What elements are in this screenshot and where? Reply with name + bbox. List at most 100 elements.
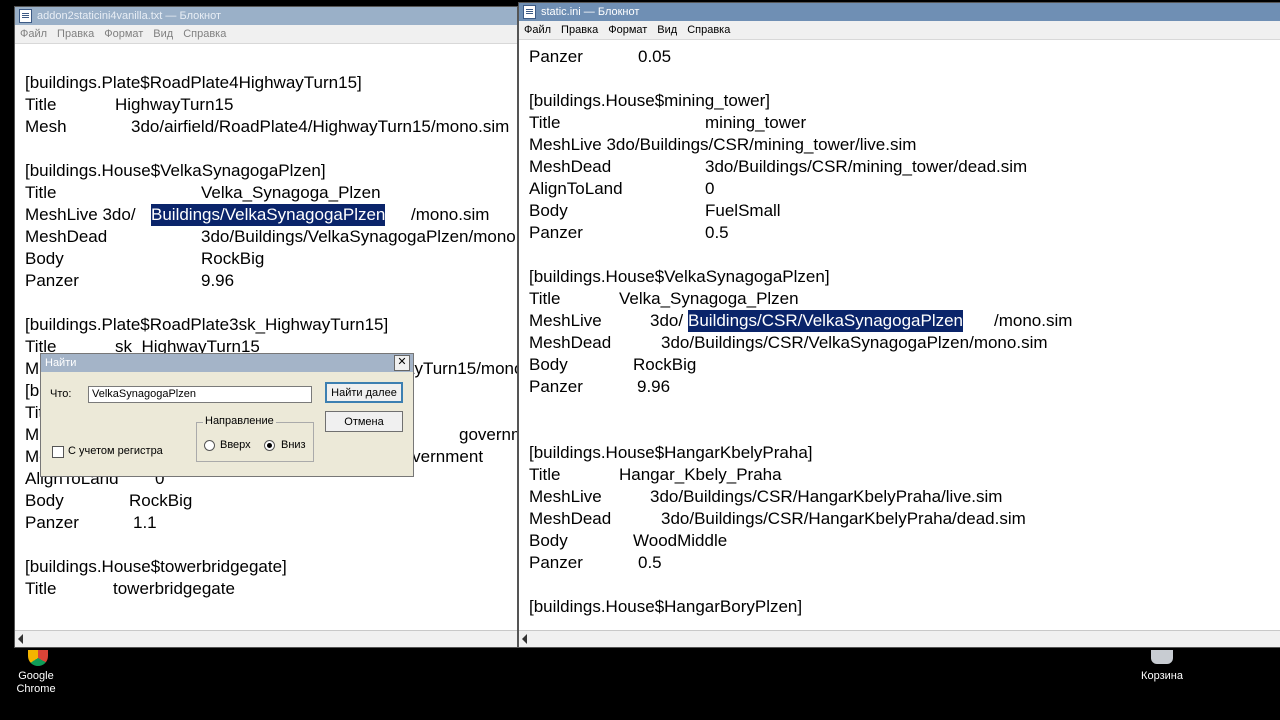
right-menubar: Файл Правка Формат Вид Справка — [519, 21, 1280, 40]
text-segment: WoodMiddle — [633, 531, 728, 550]
left-horizontal-scrollbar[interactable] — [15, 630, 517, 647]
right-notepad-window[interactable]: static.ini — Блокнот Файл Правка Формат … — [518, 2, 1280, 648]
find-dialog[interactable]: Найти ✕ Что: Найти далее Отмена С учетом… — [40, 353, 414, 477]
direction-group: Направление Вверх Вниз — [196, 415, 314, 462]
text-line — [25, 138, 517, 160]
desktop-icon-recycle-bin[interactable]: Корзина — [1134, 648, 1190, 688]
text-segment: [buildings.House$VelkaSynagogaPlzen] — [25, 161, 326, 180]
text-segment: MeshDead — [529, 157, 612, 176]
menu-format[interactable]: Формат — [99, 28, 148, 40]
left-notepad-window[interactable]: addon2staticini4vanilla.txt — Блокнот Фа… — [14, 6, 518, 648]
text-segment: Title — [529, 113, 561, 132]
text-line: MeshLive 3do/Buildings/CSR/mining_tower/… — [529, 134, 1280, 156]
text-segment: 3do/ — [650, 311, 684, 330]
text-segment: Mesh — [25, 117, 67, 136]
menu-help[interactable]: Справка — [178, 28, 231, 40]
text-segment: Title — [529, 289, 561, 308]
text-segment: Hangar_Kbely_Praha — [619, 465, 782, 484]
text-segment: 0.5 — [705, 223, 729, 242]
text-segment: towerbridgegate — [113, 579, 235, 598]
text-segment: [buildings.House$towerbridgegate] — [25, 557, 287, 576]
menu-edit[interactable]: Правка — [556, 24, 603, 36]
text-segment: M — [25, 425, 40, 444]
text-segment: Title — [25, 95, 57, 114]
text-segment: RockBig — [201, 249, 265, 268]
left-window-titlebar[interactable]: addon2staticini4vanilla.txt — Блокнот — [15, 7, 517, 25]
menu-file[interactable]: Файл — [519, 24, 556, 36]
text-line: [buildings.Plate$RoadPlate4HighwayTurn15… — [25, 72, 517, 94]
find-next-button[interactable]: Найти далее — [325, 382, 403, 403]
right-text-area[interactable]: Panzer 0.05 [buildings.House$mining_tower]… — [529, 46, 1280, 630]
direction-down-radio[interactable] — [264, 440, 275, 451]
menu-help[interactable]: Справка — [682, 24, 735, 36]
text-segment: Panzer — [529, 553, 583, 572]
text-line: [buildings.Plate$RoadPlate3sk_HighwayTur… — [25, 314, 517, 336]
text-segment: 3do/Buildings/VelkaSynagogaPlzen/mono.si… — [201, 227, 517, 246]
text-line: Panzer 1.1 — [25, 512, 517, 534]
scroll-left-arrow-icon[interactable] — [18, 634, 23, 644]
right-window-titlebar[interactable]: static.ini — Блокнот — [519, 3, 1280, 21]
text-segment: HighwayTurn15 — [115, 95, 234, 114]
text-line — [529, 68, 1280, 90]
menu-edit[interactable]: Правка — [52, 28, 99, 40]
text-line — [25, 292, 517, 314]
text-line — [25, 534, 517, 556]
notepad-icon — [523, 5, 536, 19]
text-segment: MeshDead — [529, 509, 612, 528]
text-line: MeshDead 3do/Buildings/CSR/HangarKbelyPra… — [529, 508, 1280, 530]
text-segment: Title — [25, 579, 57, 598]
menu-view[interactable]: Вид — [148, 28, 178, 40]
text-segment: 0.05 — [638, 47, 672, 66]
text-line: Body RockBig — [25, 490, 517, 512]
text-line: Title Hangar_Kbely_Praha — [529, 464, 1280, 486]
text-segment: [buildings.House$HangarKbelyPraha] — [529, 443, 813, 462]
desktop-icon-chrome[interactable]: Google Chrome — [10, 648, 62, 700]
text-segment: /mono.sim — [411, 205, 490, 224]
text-segment: 3do/airfield/RoadPlate4/HighwayTurn15/mo… — [131, 117, 510, 136]
text-segment: [buildings.House$HangarBoryPlzen] — [529, 597, 803, 616]
text-line: MeshLive 3do/Buildings/CSR/HangarKbelyPra… — [529, 486, 1280, 508]
direction-up-radio[interactable] — [204, 440, 215, 451]
find-dialog-title: Найти — [45, 357, 77, 369]
text-segment: mining_tower — [705, 113, 807, 132]
text-segment: 3do/Buildings/CSR/HangarKbelyPraha/live.… — [650, 487, 1003, 506]
text-segment: 3do/Buildings/CSR/VelkaSynagogaPlzen/mon… — [661, 333, 1048, 352]
direction-up-label: Вверх — [220, 439, 251, 451]
text-segment: MeshLive 3do/ — [25, 205, 136, 224]
text-segment: [buildings.Plate$RoadPlate4HighwayTurn15… — [25, 73, 362, 92]
text-segment: Panzer — [25, 271, 79, 290]
text-segment: AlignToLand — [529, 179, 623, 198]
text-line: Body RockBig — [25, 248, 517, 270]
text-segment: MeshDead — [529, 333, 612, 352]
text-segment: FuelSmall — [705, 201, 781, 220]
text-segment: [buildings.House$mining_tower] — [529, 91, 770, 110]
cancel-button[interactable]: Отмена — [325, 411, 403, 432]
text-segment: 0.5 — [638, 553, 662, 572]
notepad-icon — [19, 9, 32, 23]
text-segment: Body — [529, 531, 568, 550]
chrome-icon — [28, 650, 48, 666]
text-line: MeshLive 3do/Buildings/CSR/VelkaSynagogaP… — [529, 310, 1280, 332]
find-dialog-titlebar[interactable]: Найти ✕ — [41, 354, 413, 372]
selected-text: Buildings/VelkaSynagogaPlzen — [151, 204, 386, 226]
text-line: [buildings.House$mining_tower] — [529, 90, 1280, 112]
menu-format[interactable]: Формат — [603, 24, 652, 36]
text-line: Panzer 9.96 — [25, 270, 517, 292]
menu-view[interactable]: Вид — [652, 24, 682, 36]
text-segment: Title — [25, 183, 57, 202]
find-search-input[interactable] — [88, 386, 312, 403]
menu-file[interactable]: Файл — [15, 28, 52, 40]
text-line — [529, 420, 1280, 442]
text-segment: Body — [25, 491, 64, 510]
text-segment: M — [25, 359, 40, 378]
right-horizontal-scrollbar[interactable] — [519, 630, 1280, 647]
text-line: MeshDead 3do/Buildings/CSR/VelkaSynagogaP… — [529, 332, 1280, 354]
left-text-area[interactable]: [buildings.Plate$RoadPlate4HighwayTurn15… — [25, 72, 517, 630]
text-segment: government/ — [459, 425, 517, 444]
text-segment: /mono.sim — [994, 311, 1073, 330]
close-icon[interactable]: ✕ — [394, 355, 410, 371]
scroll-left-arrow-icon[interactable] — [522, 634, 527, 644]
recycle-bin-label: Корзина — [1141, 670, 1183, 682]
text-line: Title HighwayTurn15 — [25, 94, 517, 116]
match-case-checkbox[interactable] — [52, 446, 64, 458]
